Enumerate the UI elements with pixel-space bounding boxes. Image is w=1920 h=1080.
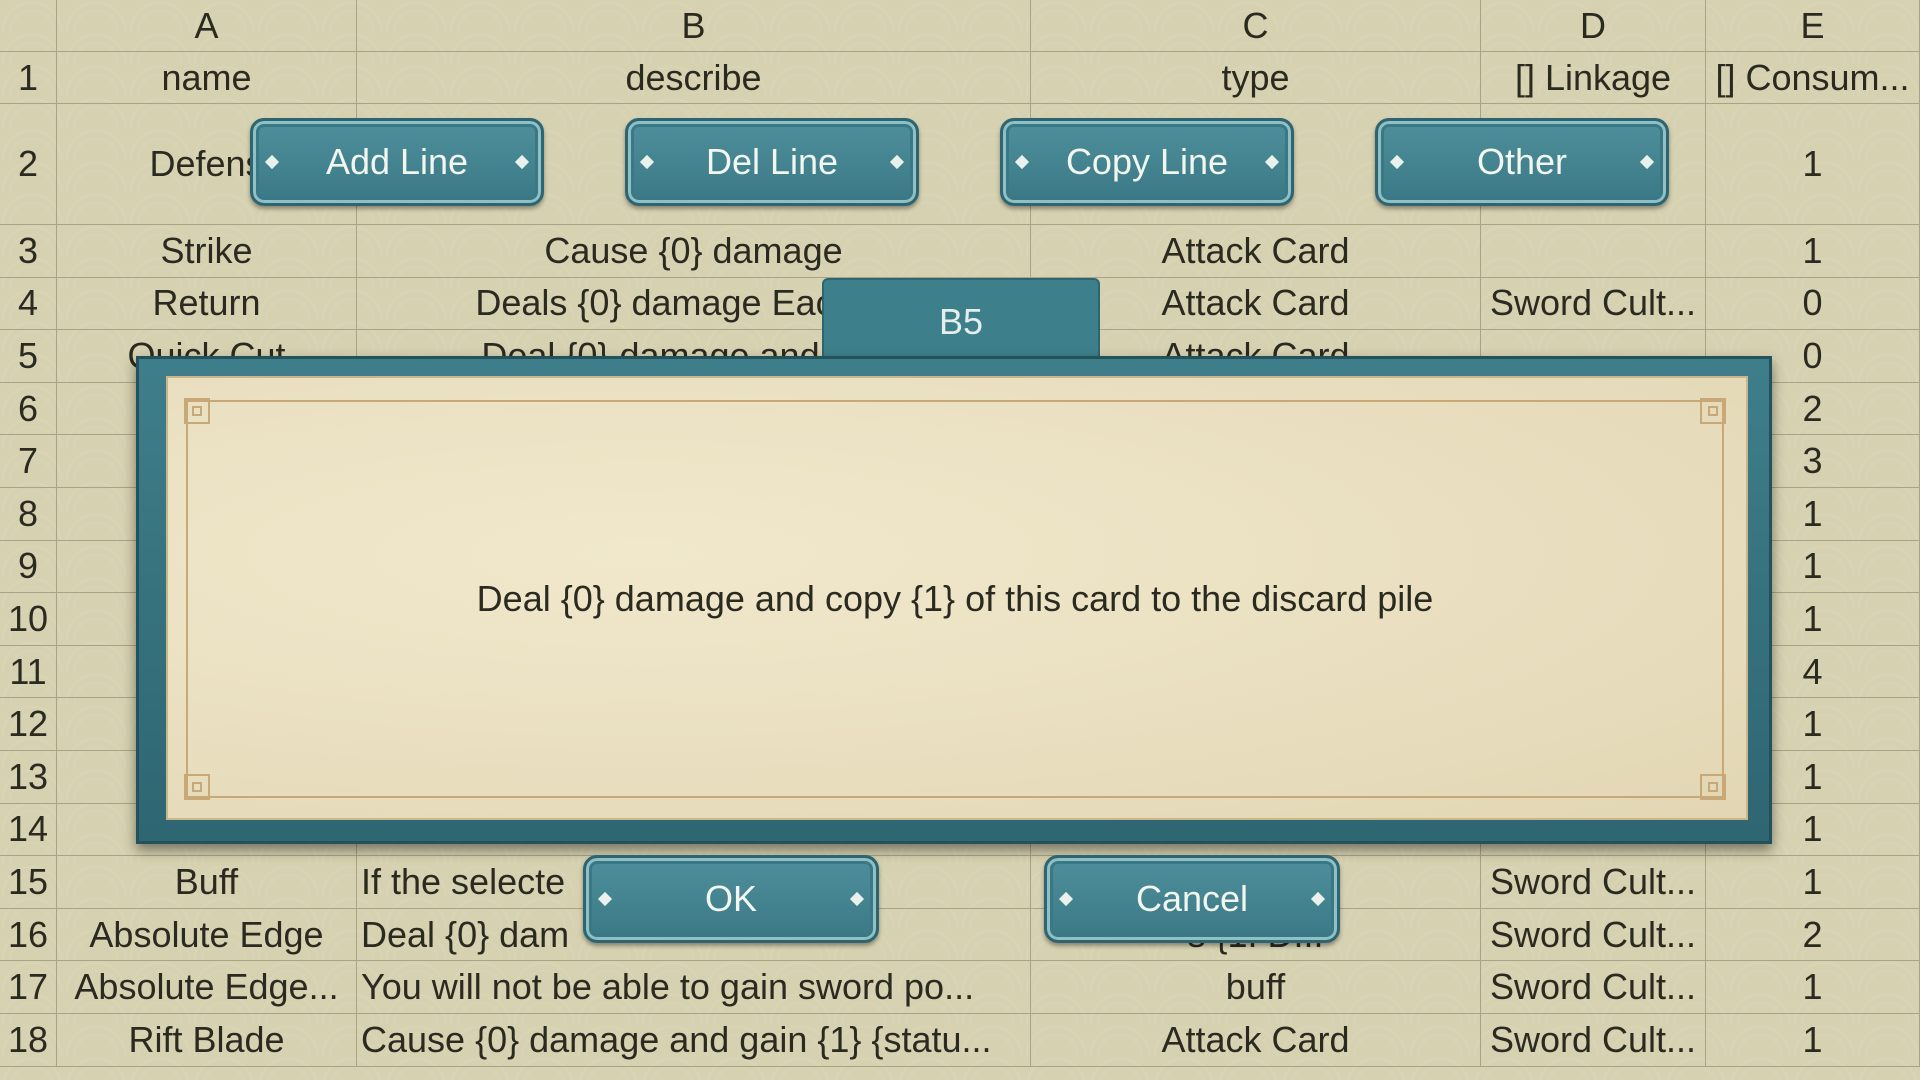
table-cell-a[interactable]: Strike bbox=[57, 225, 357, 278]
table-cell-d[interactable]: Sword Cult... bbox=[1481, 908, 1706, 962]
row-header[interactable]: 8 bbox=[0, 487, 57, 541]
table-cell-e[interactable]: 1 bbox=[1706, 225, 1920, 278]
cell-reference-tab: B5 bbox=[822, 278, 1100, 364]
diamond-icon bbox=[514, 154, 530, 170]
table-cell-a[interactable]: Rift Blade bbox=[57, 1013, 357, 1067]
row-header[interactable]: 9 bbox=[0, 540, 57, 594]
table-cell-a[interactable]: Absolute Edge... bbox=[57, 961, 357, 1014]
add-line-label: Add Line bbox=[325, 141, 469, 182]
table-cell-b[interactable]: You will not be able to gain sword po... bbox=[357, 961, 1031, 1014]
diamond-icon bbox=[639, 154, 655, 170]
table-cell-a[interactable]: Return bbox=[57, 277, 357, 331]
other-label: Other bbox=[1476, 141, 1568, 182]
diamond-icon bbox=[264, 154, 280, 170]
diamond-icon bbox=[889, 154, 905, 170]
row-header[interactable]: 17 bbox=[0, 961, 57, 1014]
table-cell-a[interactable]: Buff bbox=[57, 856, 357, 909]
row-header[interactable]: 2 bbox=[0, 104, 57, 225]
table-cell-e[interactable]: 0 bbox=[1706, 277, 1920, 331]
column-header-c[interactable]: C bbox=[1031, 0, 1481, 52]
row-header[interactable]: 10 bbox=[0, 593, 57, 646]
diamond-icon bbox=[1310, 891, 1326, 907]
add-line-button[interactable]: Add Line bbox=[250, 118, 544, 206]
table-cell-c[interactable]: Attack Card bbox=[1031, 225, 1481, 278]
del-line-button[interactable]: Del Line bbox=[625, 118, 919, 206]
column-header-b[interactable]: B bbox=[357, 0, 1031, 52]
other-button[interactable]: Other bbox=[1375, 118, 1669, 206]
table-cell-d[interactable]: Sword Cult... bbox=[1481, 1013, 1706, 1067]
row-header[interactable]: 15 bbox=[0, 856, 57, 909]
column-header-d[interactable]: D bbox=[1481, 0, 1706, 52]
row-header[interactable]: 13 bbox=[0, 750, 57, 804]
row-header[interactable]: 6 bbox=[0, 382, 57, 436]
row-header[interactable]: 14 bbox=[0, 803, 57, 857]
row-header[interactable]: 4 bbox=[0, 277, 57, 331]
row-header[interactable]: 5 bbox=[0, 330, 57, 383]
cell-content-text[interactable]: Deal {0} damage and copy {1} of this car… bbox=[186, 400, 1724, 798]
table-cell-e[interactable]: [] Consum... bbox=[1706, 52, 1920, 104]
diamond-icon bbox=[1264, 154, 1280, 170]
diamond-icon bbox=[1014, 154, 1030, 170]
row-header[interactable]: 1 bbox=[0, 52, 57, 104]
table-cell-b[interactable]: Cause {0} damage and gain {1} {statu... bbox=[357, 1013, 1031, 1067]
column-header-a[interactable]: A bbox=[57, 0, 357, 52]
del-line-label: Del Line bbox=[705, 141, 839, 182]
table-cell-d[interactable]: Sword Cult... bbox=[1481, 961, 1706, 1014]
table-cell-d[interactable]: Sword Cult... bbox=[1481, 856, 1706, 909]
table-cell-a[interactable]: name bbox=[57, 52, 357, 104]
column-header-e[interactable]: E bbox=[1706, 0, 1920, 52]
table-cell-e[interactable]: 1 bbox=[1706, 104, 1920, 225]
copy-line-label: Copy Line bbox=[1065, 141, 1229, 182]
table-cell-e[interactable]: 1 bbox=[1706, 856, 1920, 909]
table-cell-c[interactable]: buff bbox=[1031, 961, 1481, 1014]
ok-label: OK bbox=[704, 878, 757, 919]
diamond-icon bbox=[1058, 891, 1074, 907]
table-cell-e[interactable]: 1 bbox=[1706, 961, 1920, 1014]
table-cell-d[interactable]: [] Linkage bbox=[1481, 52, 1706, 104]
row-header[interactable]: 3 bbox=[0, 225, 57, 278]
row-header[interactable]: 12 bbox=[0, 698, 57, 751]
copy-line-button[interactable]: Copy Line bbox=[1000, 118, 1294, 206]
table-cell-c[interactable]: type bbox=[1031, 52, 1481, 104]
diamond-icon bbox=[1389, 154, 1405, 170]
corner-header bbox=[0, 0, 57, 52]
ok-button[interactable]: OK bbox=[583, 855, 879, 943]
row-header[interactable]: 16 bbox=[0, 908, 57, 962]
table-cell-c[interactable]: Attack Card bbox=[1031, 1013, 1481, 1067]
cancel-label: Cancel bbox=[1135, 878, 1249, 919]
diamond-icon bbox=[849, 891, 865, 907]
table-cell-e[interactable]: 1 bbox=[1706, 1013, 1920, 1067]
row-header[interactable]: 7 bbox=[0, 435, 57, 488]
row-header[interactable]: 18 bbox=[0, 1013, 57, 1067]
diamond-icon bbox=[597, 891, 613, 907]
table-cell-b[interactable]: describe bbox=[357, 52, 1031, 104]
diamond-icon bbox=[1639, 154, 1655, 170]
table-cell-e[interactable]: 2 bbox=[1706, 908, 1920, 962]
table-cell-d[interactable] bbox=[1481, 225, 1706, 278]
cancel-button[interactable]: Cancel bbox=[1044, 855, 1340, 943]
table-cell-a[interactable]: Absolute Edge bbox=[57, 908, 357, 962]
table-cell-d[interactable]: Sword Cult... bbox=[1481, 277, 1706, 331]
row-header[interactable]: 11 bbox=[0, 645, 57, 699]
table-cell-b[interactable]: Cause {0} damage bbox=[357, 225, 1031, 278]
